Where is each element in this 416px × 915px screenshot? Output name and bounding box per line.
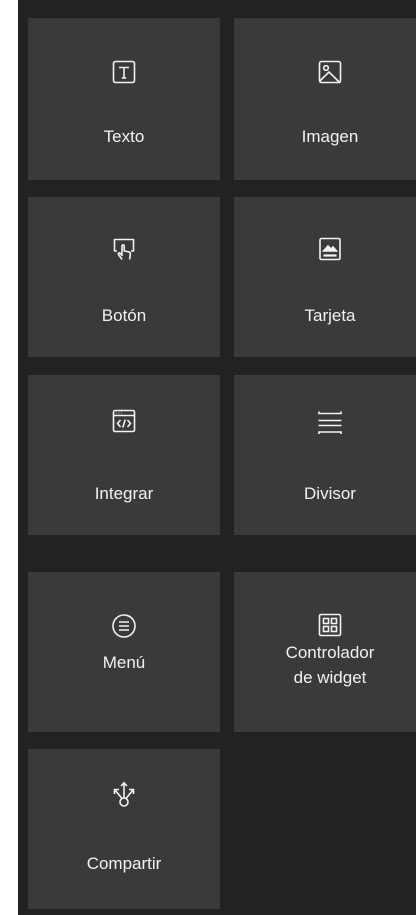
widget-tile-controlador-de-widget[interactable]: Controlador de widget [234,572,416,732]
divider-icon [315,406,345,436]
image-icon [315,57,345,87]
menu-icon [109,611,139,641]
text-icon [109,57,139,87]
widget-label: Tarjeta [304,306,356,325]
widget-label: Divisor [304,484,356,503]
widget-label: Menú [102,653,146,672]
widget-label: Compartir [86,854,162,873]
widget-label: Imagen [301,127,359,146]
widget-controller-icon [315,610,345,640]
embed-icon [109,406,139,436]
widget-tile-texto[interactable]: Texto [28,18,220,180]
widget-label: Botón [101,306,147,325]
widget-tile-menu[interactable]: Menú [28,572,220,732]
widget-label: Texto [103,127,145,146]
widget-tile-integrar[interactable]: Integrar [28,375,220,535]
widget-tile-compartir[interactable]: Compartir [28,749,220,909]
widget-label: Integrar [94,484,154,503]
widget-tile-imagen[interactable]: Imagen [234,18,416,180]
widget-tile-boton[interactable]: Botón [28,197,220,357]
widget-tile-divisor[interactable]: Divisor [234,375,416,535]
widget-tile-tarjeta[interactable]: Tarjeta [234,197,416,357]
button-icon [109,234,139,264]
widget-label: Controlador de widget [285,643,375,687]
card-icon [315,234,345,264]
share-icon [109,779,139,809]
widget-panel: Texto Imagen Botón Tarjeta Integrar Divi… [18,0,416,915]
